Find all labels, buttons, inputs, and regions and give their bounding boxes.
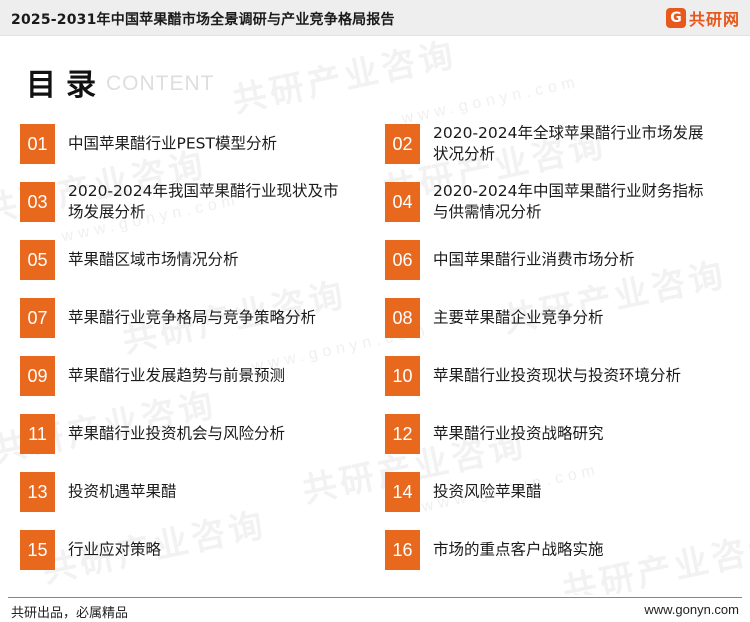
toc-item: 11 苹果醋行业投资机会与风险分析: [20, 414, 360, 454]
toc-number-badge: 07: [20, 298, 55, 338]
brand-logo-icon: G: [665, 8, 686, 28]
watermark-url: www.gonyn.com: [400, 73, 582, 128]
toc-item: 03 2020-2024年我国苹果醋行业现状及市场发展分析: [20, 182, 360, 222]
toc-number-badge: 15: [20, 530, 55, 570]
toc-number-badge: 16: [385, 530, 420, 570]
toc-number-badge: 10: [385, 356, 420, 396]
toc-item-label: 苹果醋行业投资机会与风险分析: [68, 424, 286, 443]
footer-slogan: 共研出品，必属精品: [11, 606, 129, 621]
toc-number-badge: 12: [385, 414, 420, 454]
toc-item-label: 2020-2024年中国苹果醋行业财务指标与供需情况分析: [433, 182, 704, 221]
toc-item: 12 苹果醋行业投资战略研究: [385, 414, 725, 454]
toc-item-label: 投资风险苹果醋: [433, 482, 542, 501]
toc-number-badge: 03: [20, 182, 55, 222]
toc-item: 15 行业应对策略: [20, 530, 360, 570]
toc-item: 04 2020-2024年中国苹果醋行业财务指标与供需情况分析: [385, 182, 725, 222]
toc-item: 06 中国苹果醋行业消费市场分析: [385, 240, 725, 280]
toc-item: 10 苹果醋行业投资现状与投资环境分析: [385, 356, 725, 396]
toc-heading: 目录: [26, 68, 106, 103]
toc-item: 08 主要苹果醋企业竞争分析: [385, 298, 725, 338]
toc-item: 01 中国苹果醋行业PEST模型分析: [20, 124, 360, 164]
toc-item-label: 苹果醋行业竞争格局与竞争策略分析: [68, 308, 317, 327]
toc-item-label: 中国苹果醋行业PEST模型分析: [68, 134, 277, 153]
toc-item-label: 苹果醋行业发展趋势与前景预测: [68, 366, 286, 385]
brand-logo: G 共研网: [665, 6, 740, 30]
toc-item-label: 市场的重点客户战略实施: [433, 540, 604, 559]
toc-subheading: CONTENT: [106, 72, 215, 95]
footer-divider: [8, 597, 742, 598]
footer-url[interactable]: www.gonyn.com: [644, 602, 739, 617]
toc-item-label: 2020-2024年我国苹果醋行业现状及市场发展分析: [68, 182, 339, 221]
toc-item: 05 苹果醋区域市场情况分析: [20, 240, 360, 280]
report-title: 2025-2031年中国苹果醋市场全景调研与产业竞争格局报告: [11, 12, 395, 28]
toc-number-badge: 06: [385, 240, 420, 280]
toc-number-badge: 14: [385, 472, 420, 512]
toc-number-badge: 11: [20, 414, 55, 454]
toc-number-badge: 09: [20, 356, 55, 396]
toc-number-badge: 01: [20, 124, 55, 164]
toc-item-label: 苹果醋区域市场情况分析: [68, 250, 239, 269]
toc-number-badge: 08: [385, 298, 420, 338]
toc-number-badge: 02: [385, 124, 420, 164]
toc-item: 07 苹果醋行业竞争格局与竞争策略分析: [20, 298, 360, 338]
toc-item: 09 苹果醋行业发展趋势与前景预测: [20, 356, 360, 396]
toc-item: 13 投资机遇苹果醋: [20, 472, 360, 512]
toc-item-label: 投资机遇苹果醋: [68, 482, 177, 501]
toc-number-badge: 04: [385, 182, 420, 222]
toc-item-label: 苹果醋行业投资现状与投资环境分析: [433, 366, 682, 385]
toc-item: 16 市场的重点客户战略实施: [385, 530, 725, 570]
toc-item: 02 2020-2024年全球苹果醋行业市场发展状况分析: [385, 124, 725, 164]
toc-number-badge: 13: [20, 472, 55, 512]
toc-item-label: 主要苹果醋企业竞争分析: [433, 308, 604, 327]
brand-name: 共研网: [688, 10, 740, 29]
toc-item-label: 2020-2024年全球苹果醋行业市场发展状况分析: [433, 124, 704, 163]
toc-item-label: 行业应对策略: [68, 540, 162, 559]
page-header: 2025-2031年中国苹果醋市场全景调研与产业竞争格局报告 G 共研网: [0, 0, 750, 36]
toc-item-label: 中国苹果醋行业消费市场分析: [433, 250, 635, 269]
watermark-text: 共研产业咨询: [229, 40, 461, 122]
toc-item: 14 投资风险苹果醋: [385, 472, 725, 512]
toc-number-badge: 05: [20, 240, 55, 280]
toc-item-label: 苹果醋行业投资战略研究: [433, 424, 604, 443]
